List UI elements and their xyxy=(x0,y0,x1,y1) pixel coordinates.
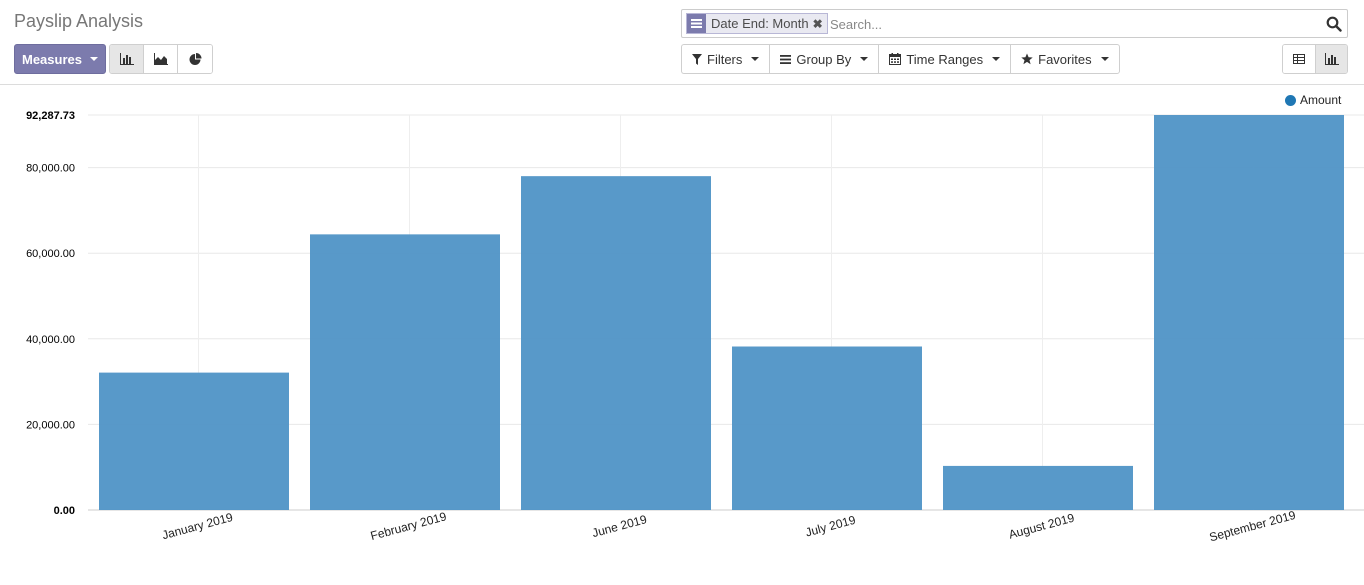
y-tick-label: 60,000.00 xyxy=(26,248,75,260)
pie-chart-mode-button[interactable] xyxy=(178,45,212,73)
search-options: Filters Group By Time Ranges Favorites xyxy=(681,44,1120,74)
search-box: Date End: Month ✖ xyxy=(681,9,1348,38)
line-chart-mode-button[interactable] xyxy=(144,45,178,73)
pivot-view-button[interactable] xyxy=(1283,45,1315,73)
y-tick-label: 80,000.00 xyxy=(26,163,75,175)
filter-icon xyxy=(692,53,702,65)
star-icon xyxy=(1021,53,1033,65)
facet-label: Date End: Month xyxy=(711,16,809,31)
bar xyxy=(943,465,1133,510)
y-tick-label: 0.00 xyxy=(54,505,75,517)
bar-chart: 0.00 20,000.00 40,000.00 60,000.00 80,000.00… xyxy=(26,110,1364,545)
filters-label: Filters xyxy=(707,51,743,67)
x-tick-label: July 2019 xyxy=(804,513,858,540)
group-by-label: Group By xyxy=(796,51,852,67)
calendar-icon xyxy=(889,53,902,65)
view-switcher xyxy=(1282,44,1348,74)
bar-chart-icon xyxy=(1324,53,1339,65)
measures-button[interactable]: Measures xyxy=(14,44,106,74)
bar xyxy=(310,234,500,510)
search-icon[interactable] xyxy=(1326,16,1342,32)
group-by-button[interactable]: Group By xyxy=(769,44,879,74)
caret-down-icon xyxy=(1100,57,1109,61)
x-tick-label: August 2019 xyxy=(1007,511,1076,542)
filters-button[interactable]: Filters xyxy=(681,44,770,74)
time-ranges-label: Time Ranges xyxy=(906,51,984,67)
group-by-facet-icon xyxy=(687,14,706,33)
bar xyxy=(1154,115,1344,510)
table-icon xyxy=(1293,54,1305,64)
close-icon[interactable]: ✖ xyxy=(813,14,827,33)
time-ranges-button[interactable]: Time Ranges xyxy=(878,44,1011,74)
search-facet[interactable]: Date End: Month ✖ xyxy=(686,13,828,34)
pie-chart-icon xyxy=(189,52,201,65)
area-chart-icon xyxy=(153,53,168,65)
measures-label: Measures xyxy=(22,51,82,67)
legend-swatch xyxy=(1285,94,1296,106)
caret-down-icon xyxy=(992,57,1001,61)
page-title: Payslip Analysis xyxy=(14,11,144,31)
bar xyxy=(521,176,711,510)
list-icon xyxy=(780,54,792,64)
x-tick-label: June 2019 xyxy=(591,512,649,540)
bar-chart-icon xyxy=(119,53,134,65)
chart-mode-group xyxy=(109,44,213,74)
y-tick-label: 40,000.00 xyxy=(26,334,75,346)
bar xyxy=(99,372,289,510)
graph-view-button[interactable] xyxy=(1315,45,1347,73)
favorites-label: Favorites xyxy=(1038,51,1092,67)
caret-down-icon xyxy=(751,57,760,61)
bar-chart-mode-button[interactable] xyxy=(110,45,144,73)
favorites-button[interactable]: Favorites xyxy=(1010,44,1120,74)
legend-label: Amount xyxy=(1300,93,1342,107)
caret-down-icon xyxy=(89,57,98,61)
y-tick-label: 20,000.00 xyxy=(26,419,75,431)
x-tick-label: January 2019 xyxy=(161,510,235,542)
search-input[interactable] xyxy=(828,14,1308,34)
chart-legend[interactable]: Amount xyxy=(1285,93,1341,107)
control-panel: Payslip Analysis Measures Date End: Mont… xyxy=(0,0,1364,85)
x-tick-label: September 2019 xyxy=(1208,508,1298,545)
y-tick-label: 92,287.73 xyxy=(26,110,75,122)
x-tick-label: February 2019 xyxy=(369,509,448,543)
caret-down-icon xyxy=(860,57,869,61)
bar xyxy=(732,346,922,510)
